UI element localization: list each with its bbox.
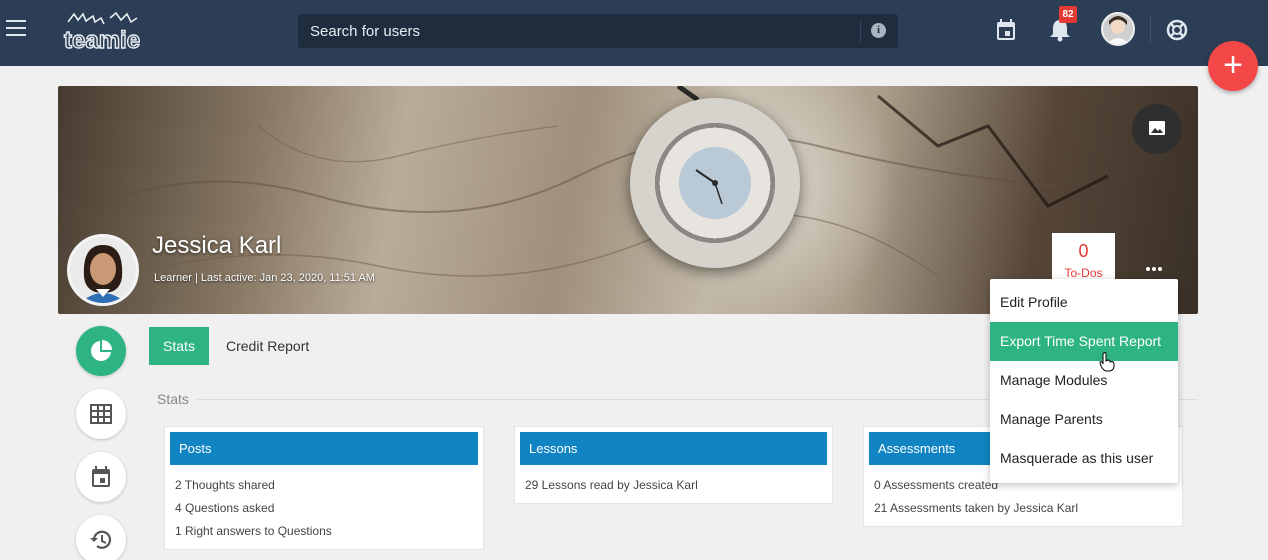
- table-grid-icon: [90, 404, 112, 424]
- section-title: Stats: [157, 391, 189, 407]
- info-icon[interactable]: i: [871, 23, 886, 38]
- topbar-separator: [1150, 16, 1151, 44]
- card-title: Lessons: [520, 432, 827, 465]
- image-icon: [1149, 121, 1165, 135]
- search-input[interactable]: [298, 14, 858, 48]
- menu-item-masquerade[interactable]: Masquerade as this user: [990, 439, 1178, 478]
- user-avatar[interactable]: [1101, 12, 1135, 46]
- profile-avatar[interactable]: [67, 234, 139, 306]
- menu-item-export-time-spent-report[interactable]: Export Time Spent Report: [990, 322, 1178, 361]
- lessons-card: Lessons 29 Lessons read by Jessica Karl: [514, 426, 833, 504]
- change-cover-image-button[interactable]: [1132, 104, 1182, 154]
- menu-item-manage-parents[interactable]: Manage Parents: [990, 400, 1178, 439]
- history-button[interactable]: [76, 515, 126, 560]
- calendar-button[interactable]: [76, 452, 126, 502]
- more-options-icon[interactable]: [1146, 258, 1166, 271]
- pocket-watch-image: [630, 98, 800, 268]
- hamburger-menu-icon[interactable]: [6, 20, 26, 38]
- history-icon: [90, 530, 112, 549]
- logo-text: teamie: [64, 27, 140, 52]
- notification-count-badge: 82: [1059, 6, 1077, 23]
- help-lifebuoy-icon[interactable]: [1166, 19, 1188, 41]
- tab-stats[interactable]: Stats: [149, 327, 209, 365]
- calendar-icon: [92, 466, 110, 487]
- top-navigation-bar: teamie i 82: [0, 0, 1268, 66]
- posts-card: Posts 2 Thoughts shared 4 Questions aske…: [164, 426, 484, 550]
- card-line: 21 Assessments taken by Jessica Karl: [874, 501, 1079, 515]
- calendar-icon[interactable]: [996, 19, 1016, 41]
- teamie-logo[interactable]: teamie: [62, 8, 157, 52]
- add-fab-button[interactable]: +: [1208, 41, 1258, 91]
- todos-count: 0: [1078, 241, 1089, 261]
- tab-credit-report[interactable]: Credit Report: [226, 327, 309, 365]
- stats-pie-button[interactable]: [76, 326, 126, 376]
- user-search-box: i: [298, 14, 898, 48]
- card-line: 29 Lessons read by Jessica Karl: [525, 478, 698, 492]
- card-line: 4 Questions asked: [175, 501, 275, 515]
- card-title: Posts: [170, 432, 478, 465]
- grid-view-button[interactable]: [76, 389, 126, 439]
- todos-label: To-Dos: [1064, 266, 1103, 280]
- card-line: 2 Thoughts shared: [175, 478, 275, 492]
- profile-name: Jessica Karl: [152, 232, 282, 259]
- card-line: 1 Right answers to Questions: [175, 524, 332, 538]
- search-divider: [860, 20, 861, 42]
- menu-item-manage-modules[interactable]: Manage Modules: [990, 361, 1178, 400]
- profile-meta: Learner | Last active: Jan 23, 2020, 11:…: [154, 272, 375, 284]
- hand-cursor-icon: [1099, 352, 1115, 372]
- menu-item-edit-profile[interactable]: Edit Profile: [990, 283, 1178, 322]
- pie-chart-icon: [91, 340, 112, 361]
- profile-options-menu: Edit Profile Export Time Spent Report Ma…: [990, 279, 1178, 483]
